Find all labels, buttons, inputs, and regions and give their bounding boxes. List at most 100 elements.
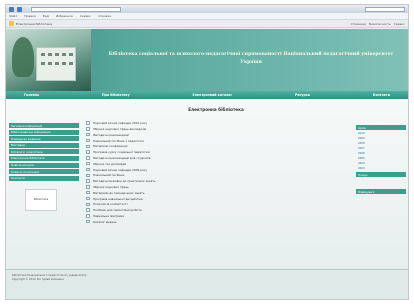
archive-year-link[interactable]: 2010 (358, 132, 406, 136)
list-item[interactable]: Посібник для самостійної роботи (86, 208, 346, 212)
document-icon (86, 202, 90, 207)
nav-item-home[interactable]: Головна (24, 93, 39, 97)
document-link[interactable]: Методичні рекомендації (93, 133, 129, 137)
document-link[interactable]: Збірник наукових праць (93, 185, 129, 189)
browser-window: Файл Правка Вид Избранное Сервис Справка… (5, 4, 409, 300)
sidebar-item[interactable]: Загальна інформація (9, 123, 79, 128)
nav-item-resources[interactable]: Ресурси (295, 93, 310, 97)
safety-menu[interactable]: Безопасность (369, 22, 391, 26)
banner-photo (6, 29, 91, 91)
document-icon (86, 156, 90, 160)
document-icon (86, 185, 90, 189)
archive-year-link[interactable]: 2006 (358, 152, 406, 156)
list-item[interactable]: Матеріали до семінарських занять (86, 191, 346, 195)
sidebar-item[interactable]: Освітні ресурси (9, 162, 79, 168)
archive-year-link[interactable]: 2009 (358, 137, 406, 141)
browser-forward-icon[interactable] (17, 6, 22, 12)
list-item[interactable]: Методичні рекомендації (86, 133, 346, 137)
visitors-header: Відвідувачі (356, 189, 406, 194)
document-link[interactable]: Програма курсу соціальної педагогіки (93, 150, 150, 154)
building-image (36, 47, 76, 81)
browser-search-input[interactable] (365, 6, 405, 12)
list-item[interactable]: Психологія особистості (86, 202, 346, 206)
page-menu[interactable]: Страница (351, 22, 366, 26)
sidebar-item[interactable]: Бібліографічна інформація (9, 129, 79, 135)
list-item[interactable]: Науковий вісник кафедри 2010 року (86, 121, 346, 125)
menu-file[interactable]: Файл (9, 14, 17, 18)
sidebar-item[interactable]: Контакти (9, 175, 79, 181)
document-icon (86, 138, 90, 143)
sidebar-item[interactable]: Каталоги і картотеки (9, 149, 79, 155)
list-item[interactable]: Методичні рекомендації для студентів (86, 156, 346, 160)
menu-tools[interactable]: Сервис (80, 14, 91, 18)
browser-tab[interactable]: Електронна бібліотека (16, 22, 52, 26)
address-bar[interactable] (31, 6, 121, 12)
menu-help[interactable]: Справка (98, 14, 111, 18)
list-item[interactable]: Навчальний посібник з педагогіки (86, 138, 346, 143)
document-icon (86, 144, 90, 149)
list-item[interactable]: Навчальна програма (86, 214, 346, 218)
list-item[interactable]: Програма курсу соціальної педагогіки (86, 150, 346, 154)
document-icon (86, 127, 90, 131)
tree-image (12, 37, 34, 77)
favorites-star-icon[interactable] (9, 21, 14, 26)
sidebar-item[interactable]: Корисні посилання (9, 169, 79, 175)
menu-view[interactable]: Вид (43, 14, 49, 18)
list-item[interactable]: Збірник наукових праць (86, 185, 346, 189)
search-header: Пошук (356, 172, 406, 177)
menu-edit[interactable]: Правка (24, 14, 35, 18)
document-icon (86, 167, 90, 172)
tools-menu[interactable]: Сервис (394, 22, 405, 26)
document-link[interactable]: Психологія особистості (93, 202, 127, 206)
sidebar-item-label: Виставки (11, 143, 25, 148)
left-sidebar: Загальна інформація Бібліографічна інфор… (9, 123, 79, 211)
sidebar-item[interactable]: Періодичні видання (9, 136, 79, 142)
document-link[interactable]: Збірник тез доповідей (93, 162, 126, 166)
document-icon (86, 214, 90, 218)
document-link[interactable]: Матеріали до семінарських занять (93, 191, 144, 195)
site-title: Бібліотека соціальної та психолого-педаг… (108, 52, 394, 65)
nav-item-catalog[interactable]: Електронний каталог (193, 93, 233, 97)
list-item[interactable]: Науковий вісник кафедри 2009 року (86, 167, 346, 172)
document-link[interactable]: Навчальна програма (93, 214, 124, 218)
browser-back-icon[interactable] (9, 6, 14, 12)
document-link[interactable]: Посібник для самостійної роботи (93, 208, 142, 212)
document-link[interactable]: Навчальний посібник (93, 173, 125, 177)
document-link[interactable]: Науковий вісник кафедри 2010 року (93, 121, 147, 125)
list-item[interactable]: Збірник тез доповідей (86, 162, 346, 166)
document-link[interactable]: Методичні рекомендації для студентів (93, 156, 151, 160)
document-link[interactable]: Навчальний посібник з педагогіки (93, 139, 144, 143)
document-icon (86, 132, 90, 137)
list-item[interactable]: Навчальний посібник (86, 173, 346, 177)
list-item[interactable]: Каталог видань (86, 220, 346, 224)
site-banner: Бібліотека соціальної та психолого-педаг… (6, 29, 408, 91)
archive-year-link[interactable]: 2008 (358, 142, 406, 146)
footer-copyright: Copyright © 2010. Всі права захищені. (12, 278, 65, 281)
list-item[interactable]: Методичні вказівки до практичних занять (86, 179, 346, 183)
browser-menubar: Файл Правка Вид Избранное Сервис Справка (6, 13, 408, 20)
document-link[interactable]: Науковий вісник кафедри 2009 року (93, 168, 147, 172)
sidebar-item[interactable]: Виставки (9, 142, 79, 148)
list-item[interactable]: Збірник наукових праць викладачів (86, 127, 346, 131)
library-logo[interactable]: Бібліотека (25, 188, 57, 211)
sidebar-item[interactable]: Електронна бібліотека (9, 155, 79, 161)
archive-year-link[interactable]: 2003 (358, 167, 406, 171)
document-link[interactable]: Програма навчальної дисципліни (93, 197, 143, 201)
list-item[interactable]: Матеріали конференції (86, 144, 346, 148)
archive-year-link[interactable]: 2004 (358, 162, 406, 166)
document-icon (86, 161, 90, 166)
archive-year-link[interactable]: 2005 (358, 157, 406, 161)
document-link[interactable]: Методичні вказівки до практичних занять (93, 179, 156, 183)
menu-favorites[interactable]: Избранное (56, 14, 73, 18)
nav-item-contacts[interactable]: Контакти (373, 93, 390, 97)
page-content: Загальна інформація Бібліографічна інфор… (6, 99, 408, 269)
document-link[interactable]: Матеріали конференції (93, 144, 127, 148)
list-item[interactable]: Програма навчальної дисципліни (86, 196, 346, 201)
document-icon (86, 196, 90, 201)
document-link[interactable]: Збірник наукових праць викладачів (93, 127, 146, 131)
nav-item-about[interactable]: Про бібліотеку (102, 93, 130, 97)
archive-year-link[interactable]: 2007 (358, 147, 406, 151)
document-link[interactable]: Каталог видань (93, 220, 117, 224)
main-navbar: Головна Про бібліотеку Електронний катал… (6, 91, 408, 99)
document-icon (86, 121, 90, 125)
